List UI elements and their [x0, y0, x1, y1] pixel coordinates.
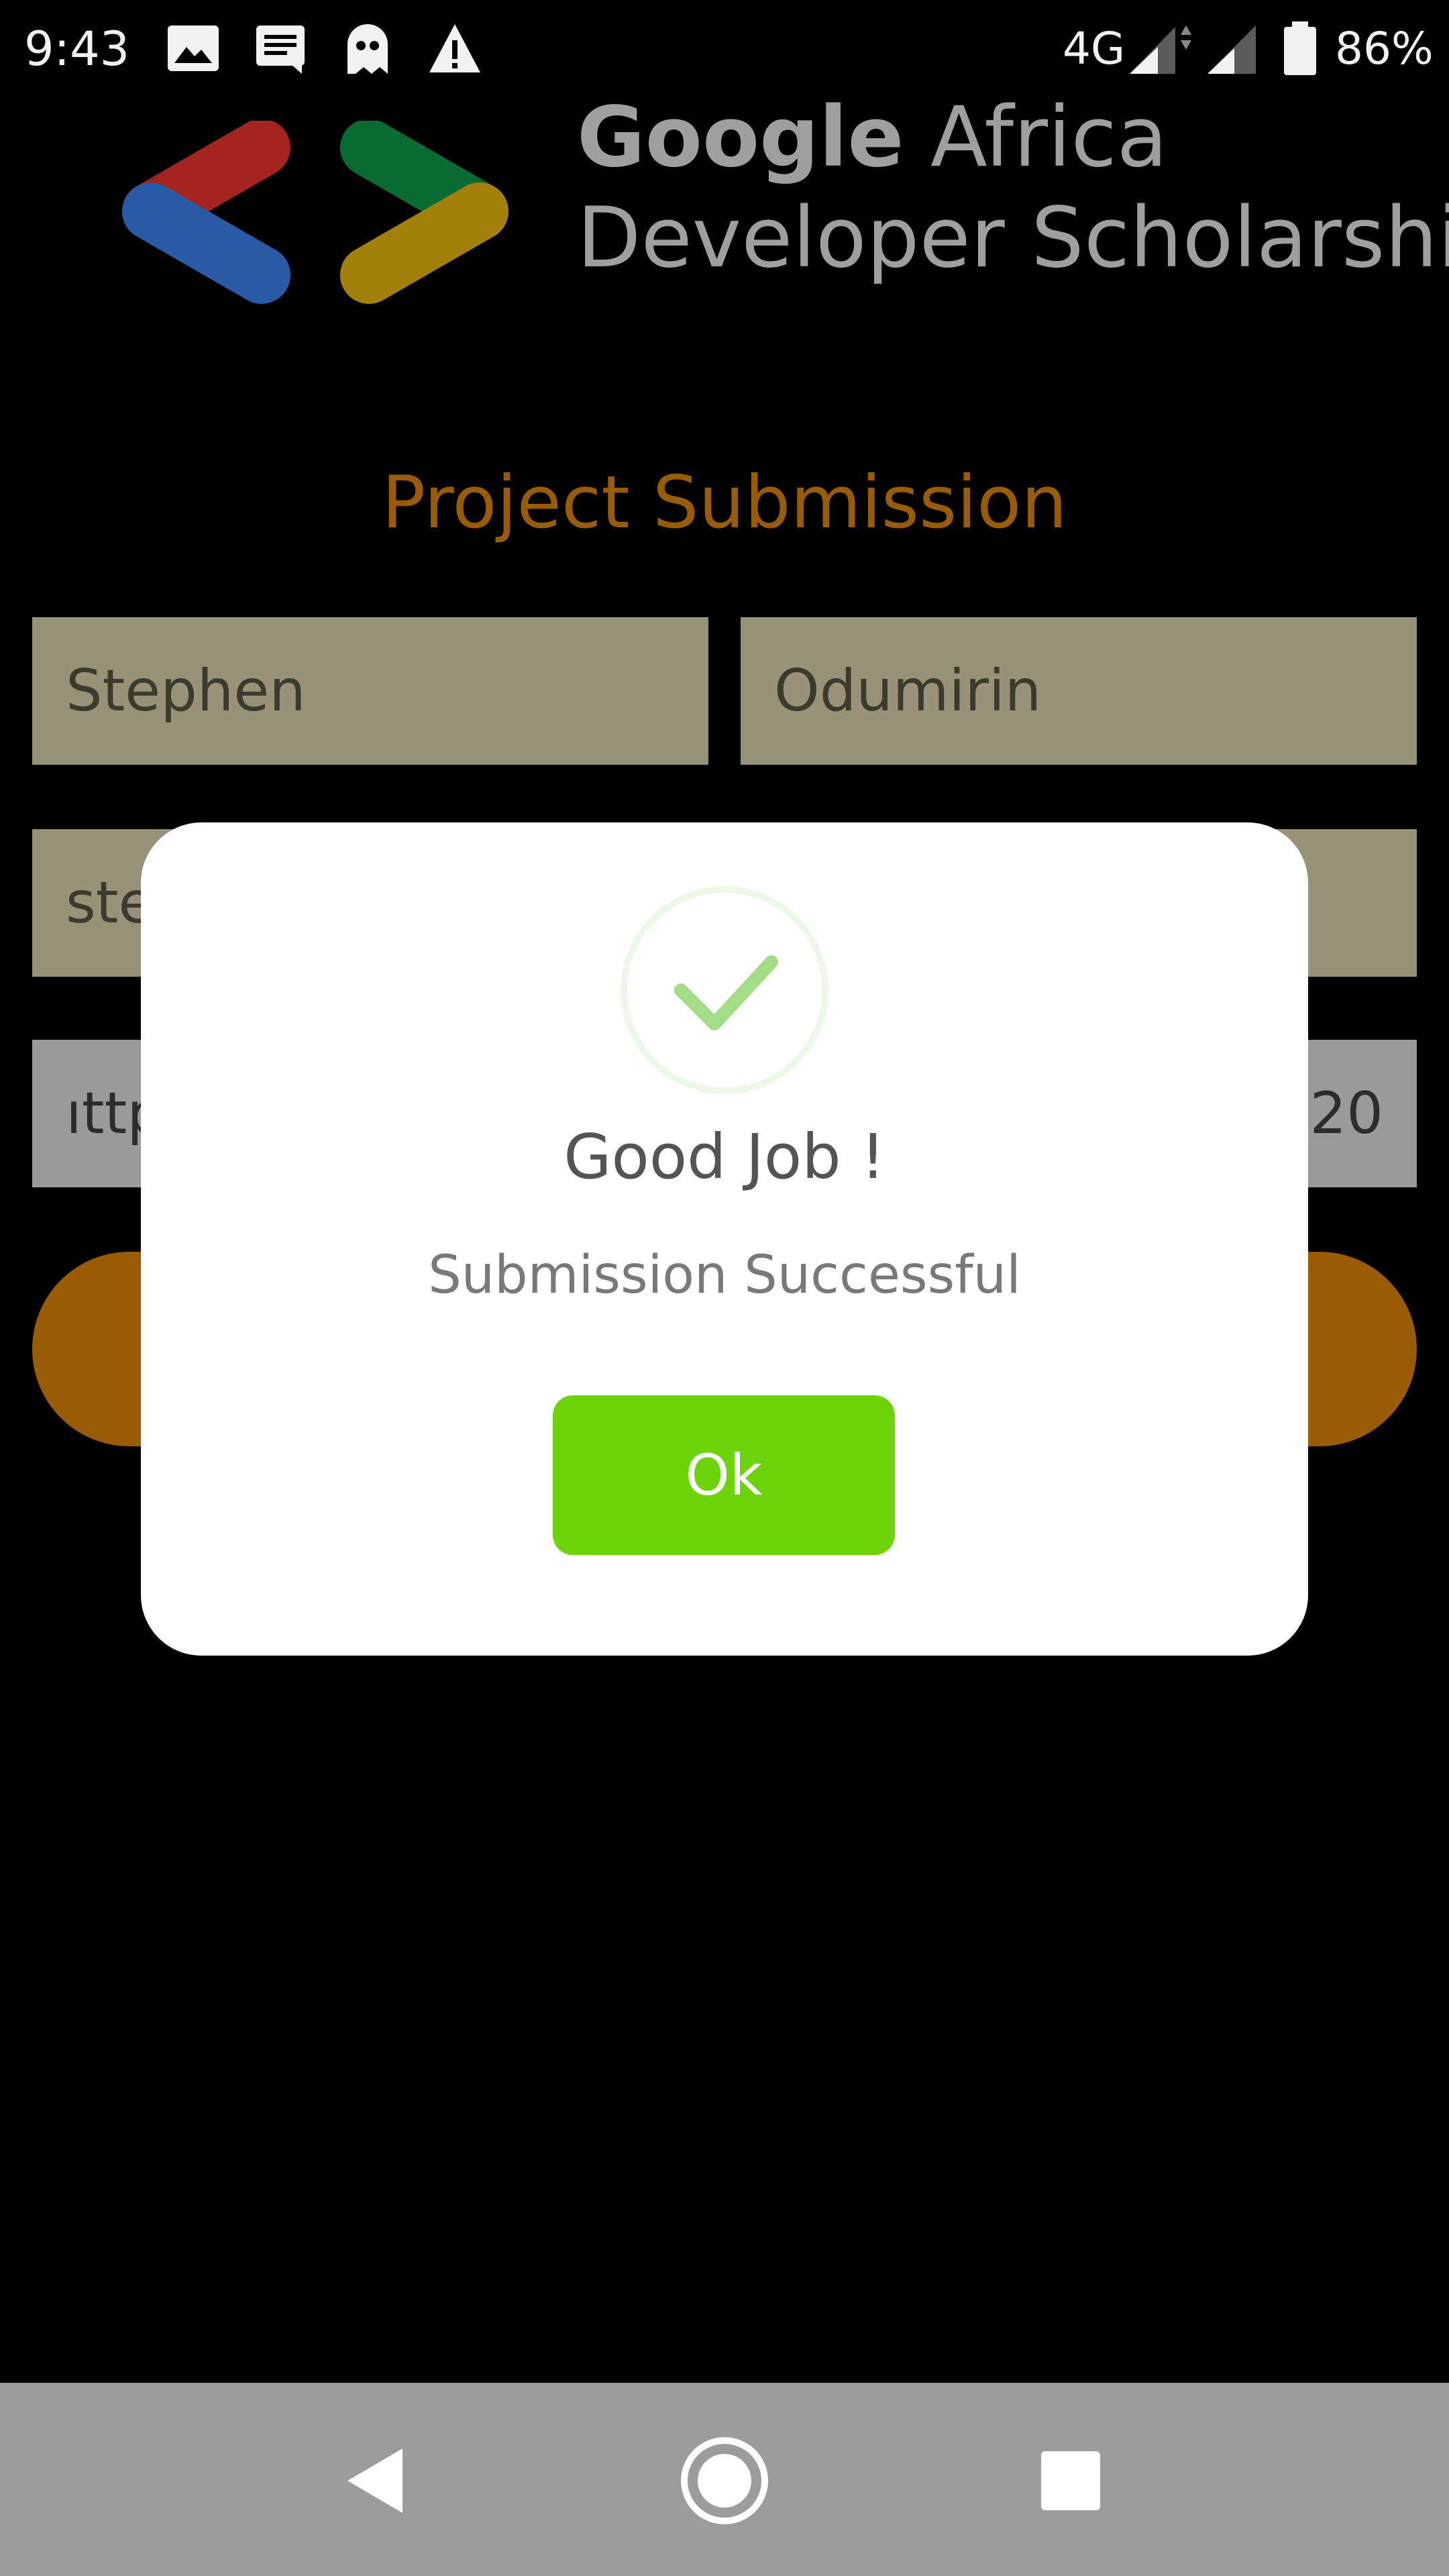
back-icon[interactable]: [329, 2434, 423, 2528]
image-icon: [168, 25, 219, 71]
dialog-title: Good Job !: [564, 1121, 885, 1193]
gads-logo: [122, 121, 508, 304]
home-icon[interactable]: [678, 2434, 771, 2528]
signal-icon: [1130, 25, 1191, 74]
check-icon: [621, 886, 828, 1094]
status-time: 9:43: [24, 21, 130, 76]
page-title: Project Submission: [382, 461, 1067, 545]
battery-percent: 86%: [1335, 23, 1434, 74]
brand-title-line2: Developer Scholarship: [577, 190, 1449, 286]
ok-button[interactable]: Ok: [553, 1395, 895, 1555]
message-icon: [256, 25, 305, 74]
brand-africa: Africa: [930, 89, 1168, 186]
ghost-icon: [347, 24, 388, 74]
last-name-field[interactable]: Odumirin: [741, 617, 1417, 765]
brand-google: Google: [577, 89, 904, 186]
network-type: 4G: [1063, 23, 1126, 74]
dialog-message: Submission Successful: [428, 1245, 1021, 1305]
warning-icon: [429, 24, 480, 72]
brand-title-line1: Google Africa: [577, 87, 1168, 188]
first-name-field[interactable]: Stephen: [32, 617, 708, 765]
battery-icon: [1284, 21, 1316, 75]
signal-icon: [1208, 25, 1256, 74]
status-bar: 9:43 4G 86%: [0, 0, 1449, 101]
recents-icon[interactable]: [1024, 2434, 1118, 2528]
